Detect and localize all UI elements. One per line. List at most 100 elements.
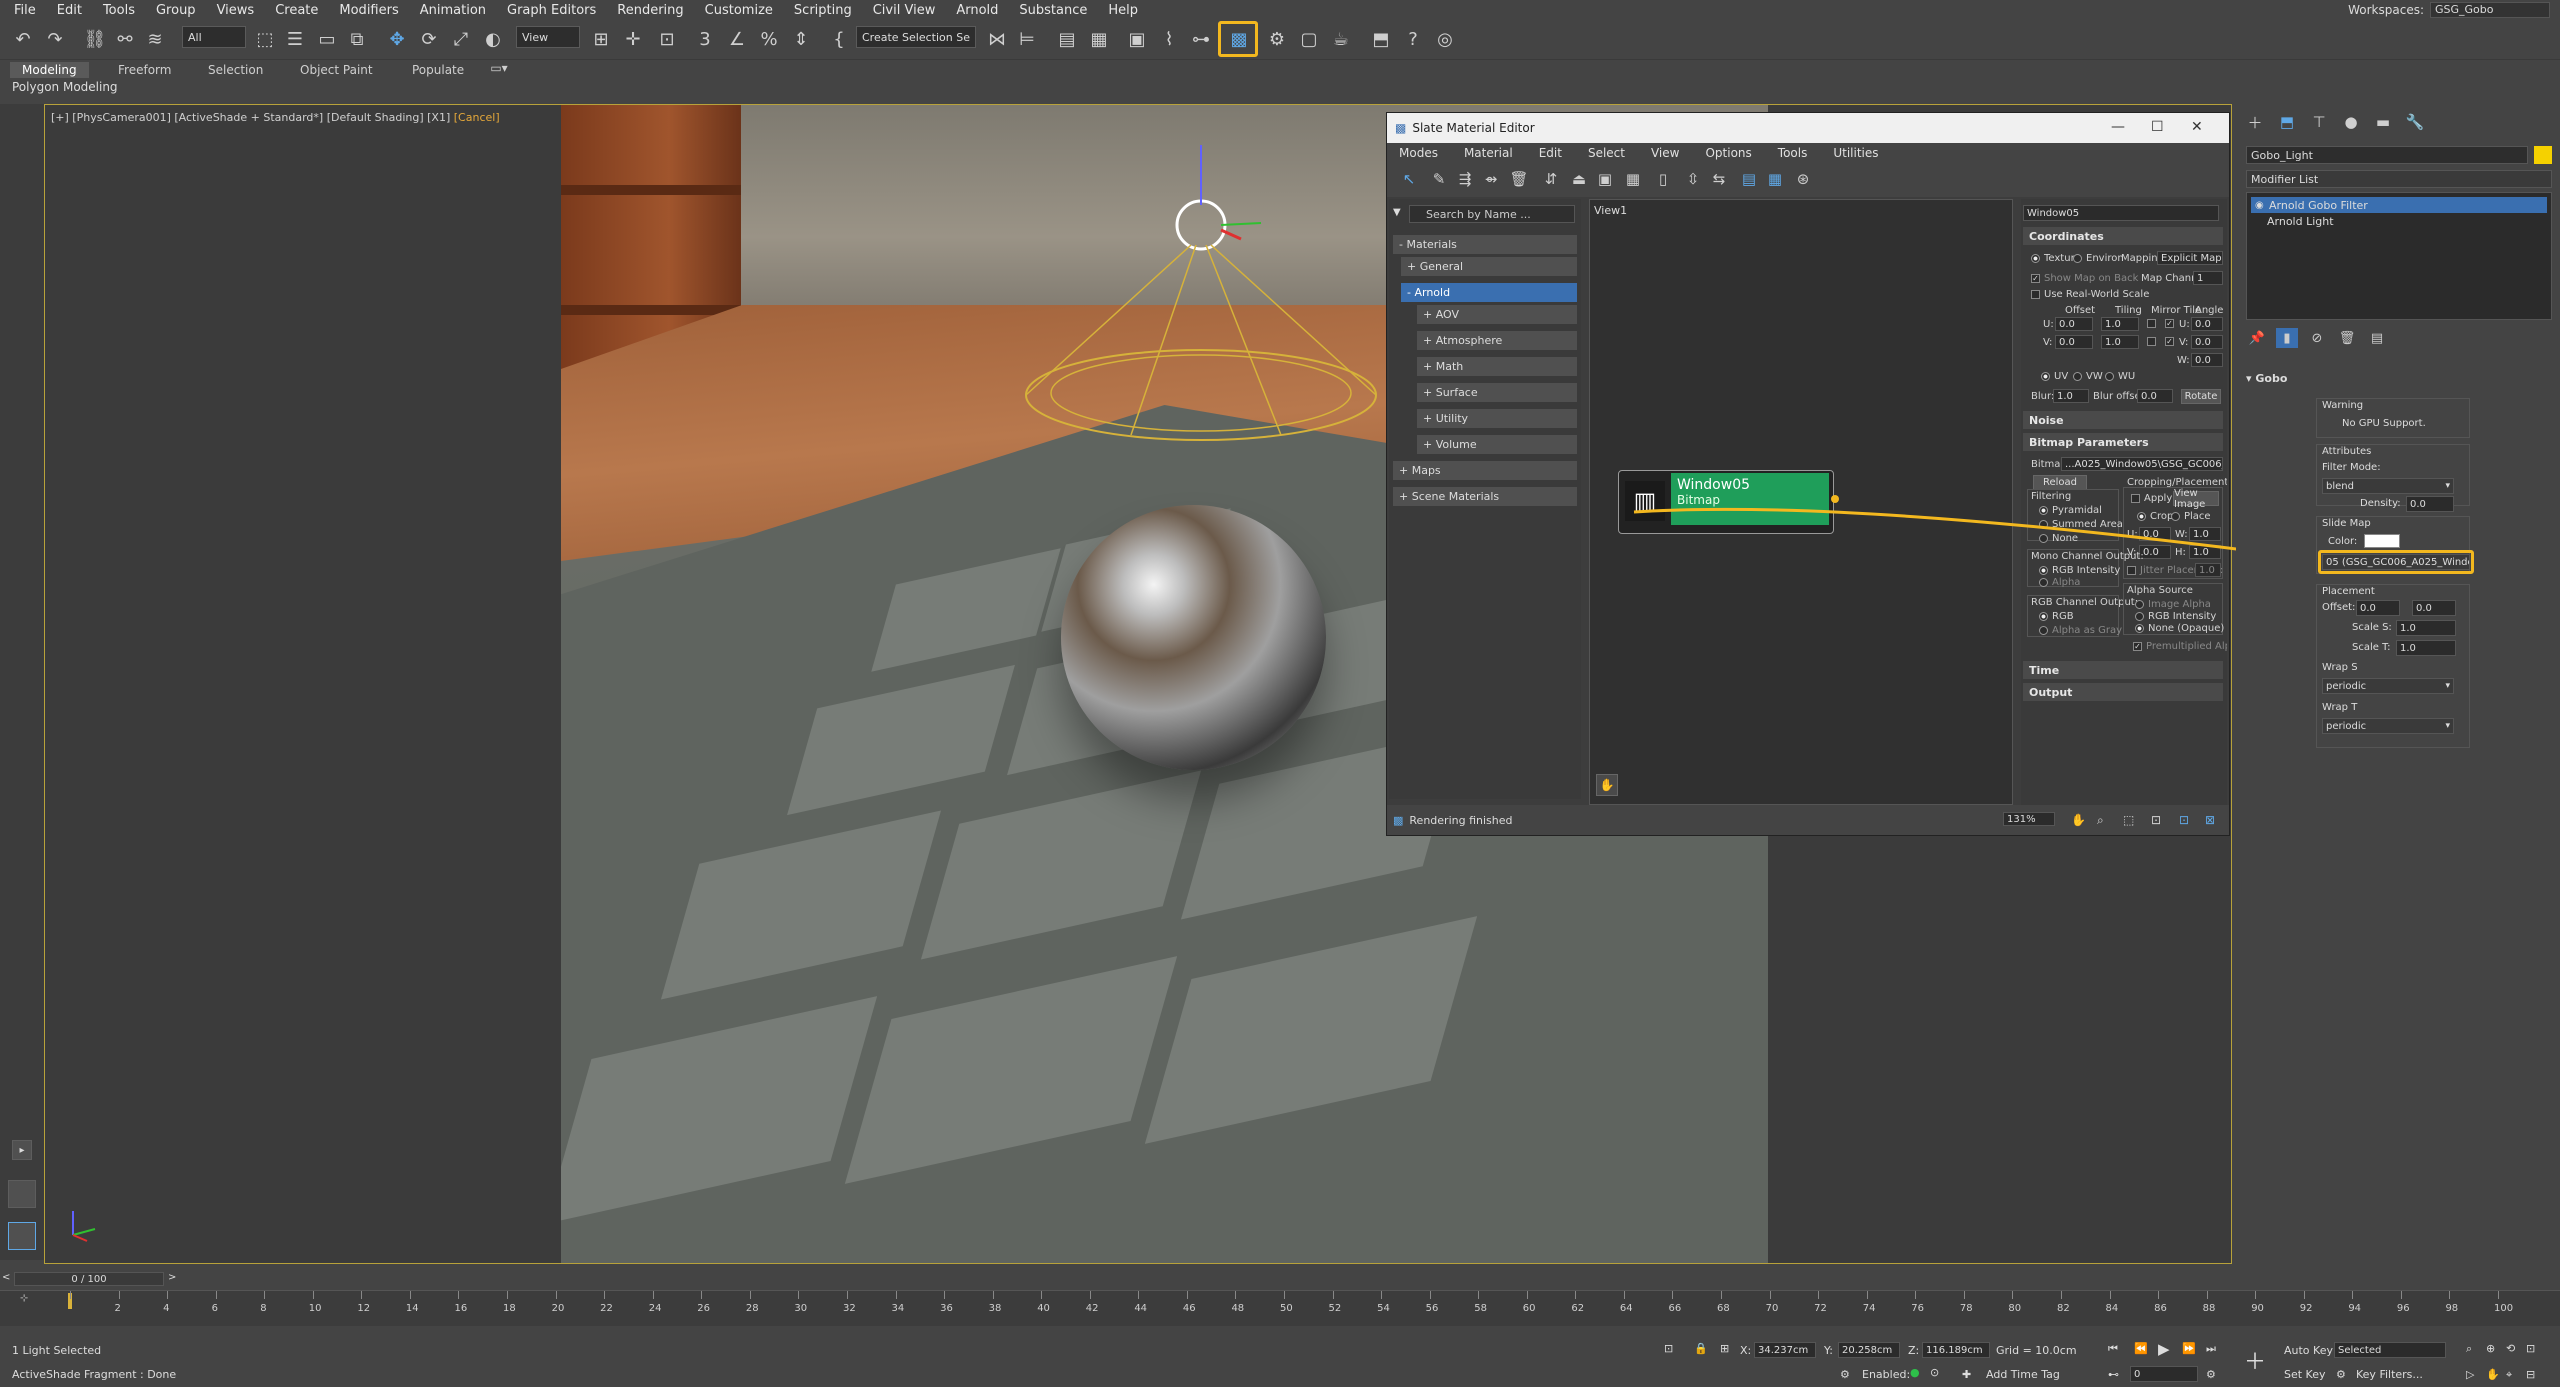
- ribbon-tab-freeform[interactable]: Freeform: [106, 62, 183, 78]
- sme-pick-material-icon[interactable]: ✎: [1427, 167, 1451, 191]
- render-production-icon[interactable]: ☕: [1328, 26, 1354, 52]
- sme-menu-options[interactable]: Options: [1701, 146, 1773, 160]
- browser-math[interactable]: + Math: [1417, 357, 1577, 377]
- sme-select-tool-icon[interactable]: ↖: [1397, 167, 1421, 191]
- zoom-region-icon[interactable]: ⬚: [2123, 813, 2134, 827]
- sme-title-bar[interactable]: ▩ Slate Material Editor — ☐ ✕: [1387, 113, 2229, 143]
- menu-rendering[interactable]: Rendering: [611, 3, 698, 18]
- modify-tab-icon[interactable]: ⬒: [2274, 110, 2300, 134]
- browser-materials[interactable]: - Materials: [1393, 235, 1577, 255]
- toggle-ribbon-icon[interactable]: ▣: [1124, 26, 1150, 52]
- sme-delete-icon[interactable]: 🗑: [1507, 167, 1531, 191]
- scale-s-field[interactable]: 1.0: [2396, 620, 2456, 636]
- sme-menu-tools[interactable]: Tools: [1774, 146, 1830, 160]
- filter-mode-dropdown[interactable]: blend: [2322, 478, 2454, 494]
- menu-group[interactable]: Group: [150, 3, 211, 18]
- object-color-swatch[interactable]: [2534, 146, 2552, 164]
- menu-civil-view[interactable]: Civil View: [867, 3, 951, 18]
- menu-graph-editors[interactable]: Graph Editors: [501, 3, 611, 18]
- rollout-bitmap-parameters[interactable]: Bitmap Parameters: [2023, 433, 2223, 451]
- offset-y-field[interactable]: 0.0: [2412, 600, 2456, 616]
- vw-radio[interactable]: VW: [2073, 371, 2103, 382]
- sme-select-by-material-icon[interactable]: ⊛: [1791, 167, 1815, 191]
- menu-views[interactable]: Views: [211, 3, 270, 18]
- browser-general[interactable]: + General: [1401, 257, 1577, 277]
- zoom-dropdown[interactable]: 131%: [2003, 812, 2055, 826]
- menu-edit[interactable]: Edit: [51, 3, 97, 18]
- blur-offset-field[interactable]: 0.0: [2137, 389, 2173, 403]
- undo-icon[interactable]: ↶: [10, 26, 36, 52]
- select-manipulate-icon[interactable]: ✛: [620, 26, 646, 52]
- reload-button[interactable]: Reload: [2033, 475, 2087, 490]
- blur-field[interactable]: 1.0: [2053, 389, 2089, 403]
- scene-explorer-icon[interactable]: ▤: [1054, 26, 1080, 52]
- named-selection-dropdown[interactable]: Create Selection Se: [856, 26, 976, 48]
- transform-mode-icon[interactable]: ⊞: [1720, 1342, 1729, 1355]
- gobo-title[interactable]: ▾ Gobo: [2246, 372, 2287, 385]
- play-icon[interactable]: ▶: [2158, 1340, 2170, 1358]
- walk-icon[interactable]: ⌖: [2506, 1368, 2512, 1382]
- menu-modifiers[interactable]: Modifiers: [333, 3, 413, 18]
- orbit-icon[interactable]: ⟲: [2506, 1342, 2515, 1355]
- keyboard-shortcut-override-icon[interactable]: ⊡: [654, 26, 680, 52]
- wrap-t-dropdown[interactable]: periodic: [2322, 718, 2454, 734]
- offset-x-field[interactable]: 0.0: [2356, 600, 2400, 616]
- z-coordinate-field[interactable]: 116.189cm: [1922, 1342, 1990, 1358]
- browser-atmosphere[interactable]: + Atmosphere: [1417, 331, 1577, 351]
- browser-surface[interactable]: + Surface: [1417, 383, 1577, 403]
- sme-layout-all-icon[interactable]: ⇳: [1681, 167, 1705, 191]
- utilities-tab-icon[interactable]: 🔧: [2402, 110, 2428, 134]
- scale-t-field[interactable]: 1.0: [2396, 640, 2456, 656]
- set-key-big-icon[interactable]: ＋: [2244, 1344, 2266, 1376]
- expand-layout-icon[interactable]: ▸: [12, 1140, 32, 1160]
- track-bar-key-icon[interactable]: ⊹: [20, 1293, 28, 1304]
- mirror-icon[interactable]: ⋈: [984, 26, 1010, 52]
- menu-file[interactable]: File: [8, 3, 51, 18]
- track-bar[interactable]: ⊹ 2 4 6 8 10 12 14 16 18 20 22 24 26 28 30 32 34 36 38 40 42…: [0, 1290, 2560, 1326]
- layout-single-icon[interactable]: [8, 1180, 36, 1208]
- object-name-field[interactable]: Gobo_Light: [2246, 146, 2528, 164]
- pan-to-selected-icon[interactable]: ⊠: [2205, 813, 2215, 827]
- unlink-icon[interactable]: ⚯: [112, 26, 138, 52]
- sme-menu-view[interactable]: View: [1647, 146, 1701, 160]
- sme-menu-select[interactable]: Select: [1584, 146, 1647, 160]
- gobo-light-gizmo[interactable]: [991, 145, 1411, 565]
- prev-frame-icon[interactable]: ⏪: [2134, 1342, 2148, 1355]
- script-icon[interactable]: ⚙: [1840, 1368, 1850, 1381]
- u-offset-field[interactable]: 0.0: [2055, 317, 2093, 331]
- sme-move-children-icon[interactable]: ⇵: [1539, 167, 1563, 191]
- zoom-viewport-icon[interactable]: ⌕: [2466, 1342, 2472, 1356]
- menu-customize[interactable]: Customize: [699, 3, 788, 18]
- time-tag-icon[interactable]: ✚: [1962, 1368, 1971, 1381]
- sme-menu-edit[interactable]: Edit: [1535, 146, 1584, 160]
- arnold-ipr-icon[interactable]: ◎: [1432, 26, 1458, 52]
- v-mirror-checkbox[interactable]: [2147, 337, 2156, 346]
- eye-icon[interactable]: ◉: [2255, 200, 2264, 211]
- map-channel-field[interactable]: 1: [2193, 271, 2223, 285]
- browser-utility[interactable]: + Utility: [1417, 409, 1577, 429]
- stack-item-gobo-filter[interactable]: ◉ Arnold Gobo Filter: [2251, 197, 2547, 213]
- map-name-field[interactable]: Window05: [2023, 205, 2219, 221]
- select-by-name-icon[interactable]: ☰: [282, 26, 308, 52]
- hierarchy-tab-icon[interactable]: ⊤: [2306, 110, 2332, 134]
- configure-sets-icon[interactable]: ▤: [2366, 328, 2388, 348]
- time-slider[interactable]: 0 / 100: [14, 1272, 164, 1286]
- isolate-icon[interactable]: ⊡: [1664, 1342, 1673, 1355]
- redo-icon[interactable]: ↷: [42, 26, 68, 52]
- v-angle-field[interactable]: 0.0: [2191, 335, 2223, 349]
- v-tiling-field[interactable]: 1.0: [2101, 335, 2139, 349]
- u-mirror-checkbox[interactable]: [2147, 319, 2156, 328]
- ribbon-tab-selection[interactable]: Selection: [196, 62, 275, 78]
- x-coordinate-field[interactable]: 34.237cm: [1754, 1342, 1816, 1358]
- browser-scene-materials[interactable]: + Scene Materials: [1393, 487, 1577, 507]
- link-icon[interactable]: ⛓: [82, 26, 108, 52]
- selection-filter-dropdown[interactable]: All: [182, 26, 246, 48]
- curve-editor-icon[interactable]: ⌇: [1156, 26, 1182, 52]
- fov-icon[interactable]: ▷: [2466, 1368, 2474, 1381]
- select-object-icon[interactable]: ⬚: [252, 26, 278, 52]
- ribbon-tab-modeling[interactable]: Modeling: [10, 62, 89, 78]
- zoom-all-icon[interactable]: ⊕: [2486, 1342, 2495, 1355]
- next-frame-icon[interactable]: ⏩: [2182, 1342, 2196, 1355]
- zoom-icon[interactable]: ⌕: [2097, 813, 2104, 828]
- time-next-icon[interactable]: >: [168, 1272, 176, 1283]
